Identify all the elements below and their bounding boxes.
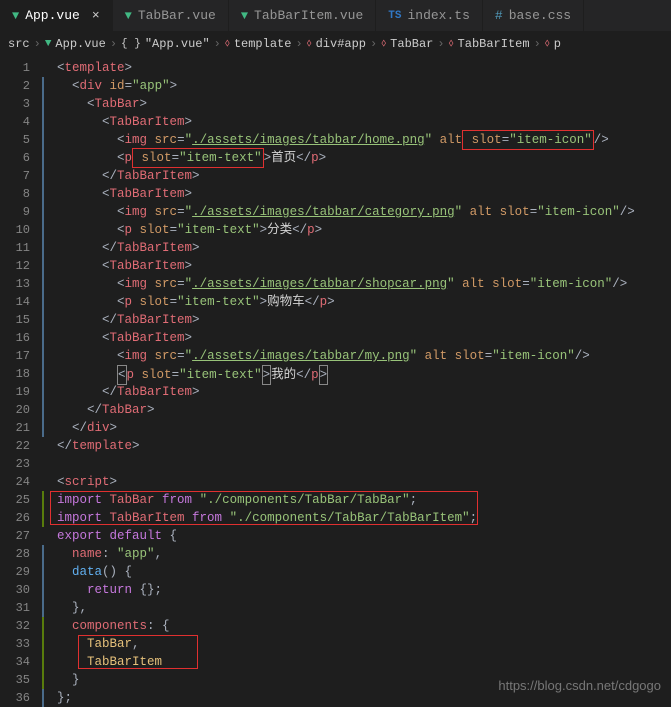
chevron-right-icon: › [34, 37, 41, 51]
tag-icon: ⬨ [381, 38, 386, 50]
chevron-right-icon: › [295, 37, 302, 51]
breadcrumb: src › ▼ App.vue › { } "App.vue" › ⬨ temp… [0, 32, 671, 56]
chevron-right-icon: › [214, 37, 221, 51]
vue-icon: ▼ [45, 38, 52, 50]
tab-index-ts[interactable]: TS index.ts [376, 0, 483, 31]
highlight-box: slot="item-icon" [462, 130, 594, 150]
tag-icon: ⬨ [307, 38, 312, 50]
tab-app-vue[interactable]: ▼ App.vue × [0, 0, 113, 31]
tab-label: base.css [509, 8, 571, 23]
tag-icon: ⬨ [449, 38, 454, 50]
chevron-right-icon: › [370, 37, 377, 51]
code-editor[interactable]: 1234567891011121314151617181920212223242… [0, 56, 671, 701]
highlight-box [50, 491, 478, 525]
tab-label: TabBar.vue [138, 8, 216, 23]
breadcrumb-item[interactable]: div#app [316, 37, 366, 51]
tab-tabbar-vue[interactable]: ▼ TabBar.vue [113, 0, 229, 31]
tag-icon: ⬨ [225, 38, 230, 50]
chevron-right-icon: › [437, 37, 444, 51]
code-content[interactable]: <template> <div id="app"> <TabBar> <TabB… [42, 56, 671, 701]
chevron-right-icon: › [110, 37, 117, 51]
vue-icon: ▼ [125, 9, 132, 23]
breadcrumb-item[interactable]: TabBarItem [458, 37, 530, 51]
breadcrumb-item[interactable]: src [8, 37, 30, 51]
highlight-box: slot="item-text" [132, 148, 264, 168]
tab-base-css[interactable]: # base.css [483, 0, 584, 31]
editor-tabs: ▼ App.vue × ▼ TabBar.vue ▼ TabBarItem.vu… [0, 0, 671, 32]
close-icon[interactable]: × [92, 8, 100, 23]
ts-icon: TS [388, 10, 401, 22]
breadcrumb-item[interactable]: p [554, 37, 561, 51]
breadcrumb-item[interactable]: template [234, 37, 292, 51]
breadcrumb-item[interactable]: App.vue [55, 37, 105, 51]
watermark: https://blog.csdn.net/cdgogo [498, 677, 661, 695]
tab-tabbaritem-vue[interactable]: ▼ TabBarItem.vue [229, 0, 376, 31]
highlight-box [78, 635, 198, 669]
tab-label: App.vue [25, 8, 80, 23]
tab-label: TabBarItem.vue [254, 8, 363, 23]
tab-label: index.ts [407, 8, 469, 23]
chevron-right-icon: › [534, 37, 541, 51]
breadcrumb-item[interactable]: TabBar [390, 37, 433, 51]
breadcrumb-item[interactable]: "App.vue" [145, 37, 210, 51]
hash-icon: # [495, 8, 503, 23]
brace-icon: { } [121, 38, 141, 50]
vue-icon: ▼ [12, 9, 19, 23]
vue-icon: ▼ [241, 9, 248, 23]
line-gutter: 1234567891011121314151617181920212223242… [0, 56, 42, 701]
tag-icon: ⬨ [545, 38, 550, 50]
